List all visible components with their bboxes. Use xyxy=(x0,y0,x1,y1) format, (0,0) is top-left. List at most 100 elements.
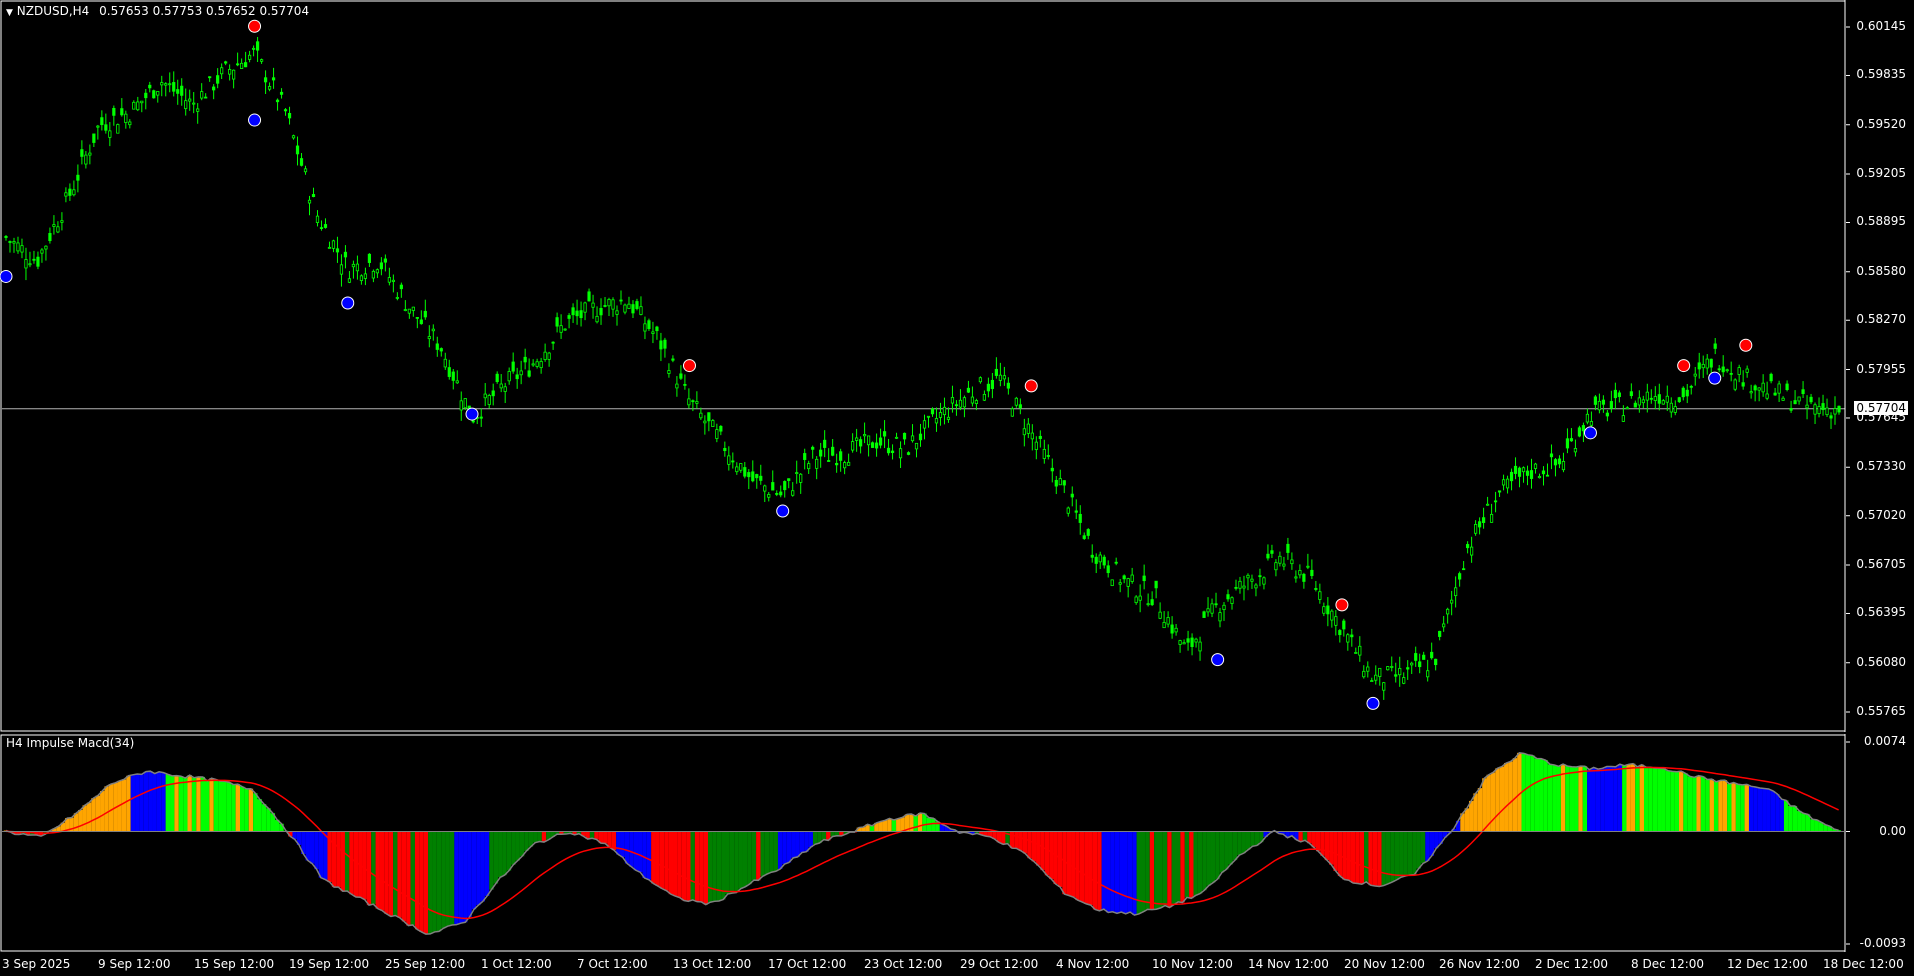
candle xyxy=(255,36,260,62)
histogram-bar xyxy=(646,831,652,880)
histogram-bar xyxy=(91,798,96,832)
candle xyxy=(946,407,951,423)
histogram-bar xyxy=(808,831,813,848)
histogram-bar xyxy=(414,831,420,930)
histogram-bar xyxy=(1320,831,1325,856)
candle xyxy=(108,122,112,147)
macd-histogram xyxy=(3,752,1841,935)
candle xyxy=(263,70,268,94)
histogram-bar xyxy=(305,831,310,861)
candle xyxy=(1190,633,1194,656)
histogram-bar xyxy=(594,831,599,840)
histogram-bar xyxy=(1342,831,1347,880)
candle xyxy=(271,67,276,89)
candle xyxy=(1645,383,1649,413)
price-tick-label: 0.56395 xyxy=(1856,605,1906,620)
histogram-bar xyxy=(248,788,254,832)
histogram-bar xyxy=(812,831,818,845)
candle xyxy=(1254,583,1258,597)
histogram-bar xyxy=(187,775,192,832)
candle xyxy=(1178,639,1182,653)
dropdown-triangle-icon[interactable]: ▼ xyxy=(6,8,13,18)
candle xyxy=(843,460,847,475)
candle xyxy=(1673,400,1677,416)
histogram-bar xyxy=(1740,784,1745,832)
candle xyxy=(36,251,40,270)
histogram-bar xyxy=(467,831,472,917)
histogram-bar xyxy=(1525,754,1531,832)
histogram-bar xyxy=(1385,831,1391,884)
histogram-bar xyxy=(1766,788,1771,832)
histogram-bar xyxy=(1779,799,1784,832)
histogram-bar xyxy=(1158,831,1163,908)
candle xyxy=(998,362,1002,387)
candle xyxy=(1725,368,1729,373)
sell-signal-marker xyxy=(1024,379,1038,393)
histogram-bar xyxy=(419,831,424,932)
candle xyxy=(359,274,364,285)
histogram-bar xyxy=(1565,766,1570,832)
candle xyxy=(56,221,60,234)
histogram-bar xyxy=(795,831,800,857)
time-tick-label: 8 Dec 12:00 xyxy=(1631,957,1705,971)
candle xyxy=(96,124,100,140)
candle xyxy=(511,352,515,374)
candle xyxy=(803,448,807,470)
candle xyxy=(651,321,655,344)
histogram-bar xyxy=(1652,768,1658,832)
candle xyxy=(347,271,352,284)
candle xyxy=(1078,505,1082,535)
candle xyxy=(1561,452,1566,473)
candle xyxy=(76,164,80,193)
candle xyxy=(156,91,160,103)
price-pane[interactable]: ▼ NZDUSD,H4 0.57653 0.57753 0.57652 0.57… xyxy=(0,0,1914,732)
candle xyxy=(851,433,855,453)
candle xyxy=(1142,564,1146,590)
histogram-bar xyxy=(1534,758,1540,832)
candle xyxy=(220,63,224,80)
price-tick-label: 0.59835 xyxy=(1856,67,1906,82)
candle xyxy=(1186,630,1190,651)
candle xyxy=(711,419,715,428)
candle xyxy=(1182,639,1186,645)
candle xyxy=(1573,439,1578,457)
candle xyxy=(1665,385,1669,411)
candle xyxy=(1442,615,1446,632)
histogram-bar xyxy=(213,779,219,832)
indicator-pane[interactable]: H4 Impulse Macd(34) 0.0074 0.00 -0.0093 xyxy=(0,734,1914,952)
candle xyxy=(779,485,783,498)
histogram-bar xyxy=(148,771,153,832)
signal-markers xyxy=(0,19,1753,710)
price-tick-label: 0.60145 xyxy=(1856,19,1906,33)
time-tick-label: 17 Oct 12:00 xyxy=(768,957,847,971)
candle xyxy=(1462,561,1466,571)
candle xyxy=(1218,607,1222,628)
histogram-bar xyxy=(445,831,450,927)
candle xyxy=(164,82,168,97)
candle xyxy=(1322,602,1326,617)
candle xyxy=(148,81,152,93)
indicator-header: H4 Impulse Macd(34) xyxy=(6,736,135,750)
candle xyxy=(343,245,348,269)
candle xyxy=(1641,395,1645,409)
candle xyxy=(1657,383,1661,411)
histogram-bar xyxy=(690,831,695,900)
candle xyxy=(1477,517,1482,535)
histogram-bar xyxy=(1189,831,1194,899)
candle xyxy=(1430,642,1434,660)
candle xyxy=(1202,610,1206,618)
candle xyxy=(1418,653,1422,674)
candle xyxy=(1525,465,1530,486)
candle xyxy=(1721,355,1725,377)
histogram-bar xyxy=(1477,788,1483,832)
candle xyxy=(72,180,76,197)
candle xyxy=(64,187,68,203)
candle xyxy=(866,435,871,457)
histogram-bar xyxy=(756,831,761,881)
histogram-bar xyxy=(1482,778,1487,832)
candle xyxy=(723,441,727,457)
candle xyxy=(954,400,959,416)
candle xyxy=(1238,576,1242,594)
candle xyxy=(120,98,124,117)
histogram-bar xyxy=(441,831,446,929)
